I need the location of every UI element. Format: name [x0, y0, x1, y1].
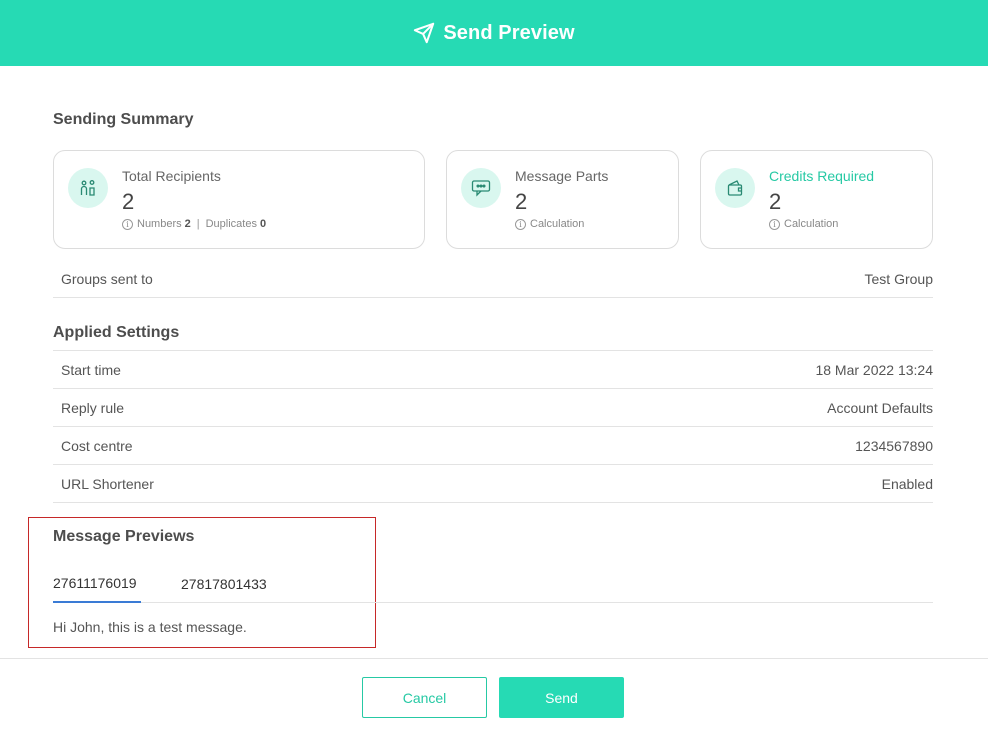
message-previews-title: Message Previews — [53, 528, 195, 545]
info-icon[interactable]: i — [122, 218, 133, 230]
recipients-breakdown: i Numbers 2 | Duplicates 0 — [122, 218, 266, 230]
groups-label: Groups sent to — [61, 270, 153, 287]
message-preview-text: Hi John, this is a test message. — [53, 619, 247, 635]
credits-required-label: Credits Required — [769, 168, 875, 184]
message-parts-label: Message Parts — [515, 168, 609, 184]
setting-label: Cost centre — [61, 437, 133, 454]
numbers-value: 2 — [184, 218, 191, 230]
duplicates-value: 0 — [259, 218, 267, 230]
numbers-label: Numbers — [137, 218, 182, 230]
paper-plane-icon — [413, 22, 435, 44]
message-parts-icon — [461, 168, 501, 208]
setting-value: 1234567890 — [855, 437, 933, 454]
total-recipients-value: 2 — [122, 189, 135, 214]
preview-tabs: 27611176019 27817801433 — [53, 565, 933, 603]
calculation-link[interactable]: Calculation — [530, 218, 584, 230]
modal-title: Send Preview — [443, 21, 575, 44]
cost-centre-row: Cost centre 1234567890 — [53, 427, 933, 465]
calculation-link[interactable]: Calculation — [784, 218, 838, 230]
url-shortener-row: URL Shortener Enabled — [53, 465, 933, 503]
info-icon: i — [769, 218, 780, 230]
credits-calculation[interactable]: i Calculation — [769, 218, 838, 230]
groups-value: Test Group — [864, 270, 933, 287]
applied-settings-title: Applied Settings — [53, 324, 180, 341]
message-parts-card: Message Parts 2 i Calculation — [446, 150, 679, 249]
cancel-button[interactable]: Cancel — [362, 677, 487, 718]
sending-summary-title: Sending Summary — [53, 111, 194, 128]
duplicates-label: Duplicates — [205, 218, 257, 230]
groups-row: Groups sent to Test Group — [53, 260, 933, 298]
setting-label: URL Shortener — [61, 475, 154, 492]
total-recipients-label: Total Recipients — [122, 168, 221, 184]
recipients-icon — [68, 168, 108, 208]
total-recipients-card: Total Recipients 2 i Numbers 2 | Duplica… — [53, 150, 425, 249]
message-parts-value: 2 — [515, 189, 528, 214]
info-icon: i — [515, 218, 526, 230]
send-button[interactable]: Send — [499, 677, 624, 718]
wallet-icon — [715, 168, 755, 208]
message-parts-calculation[interactable]: i Calculation — [515, 218, 584, 230]
setting-value: Account Defaults — [827, 399, 933, 416]
credits-required-card: Credits Required 2 i Calculation — [700, 150, 933, 249]
setting-label: Start time — [61, 361, 121, 378]
tab-recipient-2[interactable]: 27817801433 — [181, 565, 267, 603]
separator: | — [196, 218, 200, 230]
reply-rule-row: Reply rule Account Defaults — [53, 389, 933, 427]
setting-label: Reply rule — [61, 399, 125, 416]
tab-recipient-1[interactable]: 27611176019 — [53, 565, 141, 603]
footer-divider — [0, 658, 988, 659]
modal-header: Send Preview — [0, 0, 988, 66]
setting-value: Enabled — [881, 475, 933, 492]
start-time-row: Start time 18 Mar 2022 13:24 — [53, 351, 933, 389]
setting-value: 18 Mar 2022 13:24 — [815, 361, 933, 378]
credits-required-value: 2 — [769, 189, 782, 214]
